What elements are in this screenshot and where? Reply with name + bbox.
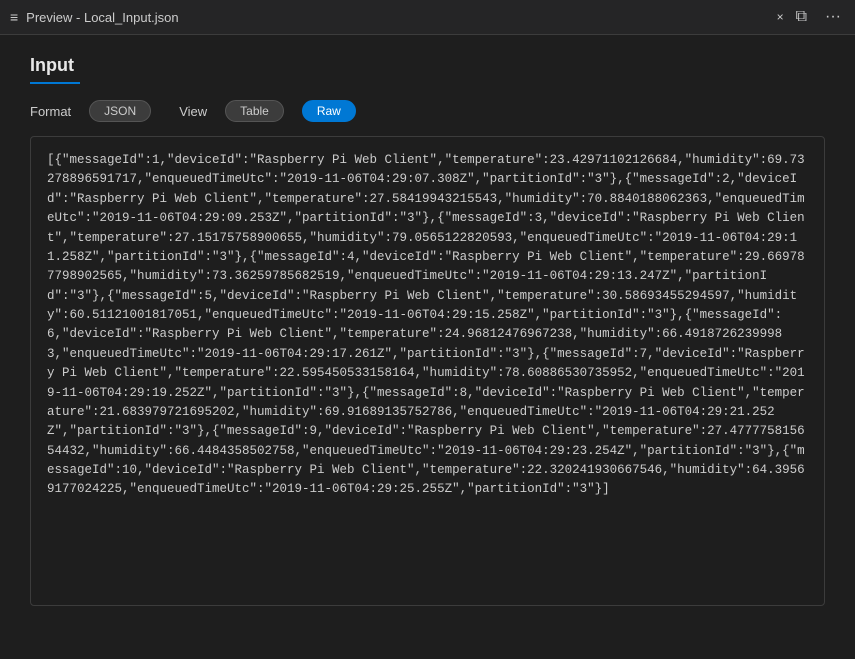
main-content: Input Format JSON View Table Raw [{"mess… bbox=[0, 35, 855, 626]
raw-button[interactable]: Raw bbox=[302, 100, 356, 122]
menu-icon[interactable]: ≡ bbox=[10, 9, 18, 25]
more-actions-button[interactable]: ··· bbox=[821, 6, 845, 28]
section-title: Input bbox=[30, 55, 825, 76]
close-tab-button[interactable]: × bbox=[777, 10, 784, 24]
format-label: Format bbox=[30, 104, 71, 119]
split-editor-button[interactable]: ⧉ bbox=[792, 6, 811, 28]
content-box[interactable]: [{"messageId":1,"deviceId":"Raspberry Pi… bbox=[30, 136, 825, 606]
title-bar-title: Preview - Local_Input.json bbox=[26, 10, 764, 25]
view-label: View bbox=[179, 104, 207, 119]
json-button[interactable]: JSON bbox=[89, 100, 151, 122]
section-underline bbox=[30, 82, 80, 84]
toolbar-row: Format JSON View Table Raw bbox=[30, 100, 825, 122]
table-button[interactable]: Table bbox=[225, 100, 284, 122]
title-bar: ≡ Preview - Local_Input.json × ⧉ ··· bbox=[0, 0, 855, 35]
title-bar-actions: ⧉ ··· bbox=[792, 6, 845, 28]
